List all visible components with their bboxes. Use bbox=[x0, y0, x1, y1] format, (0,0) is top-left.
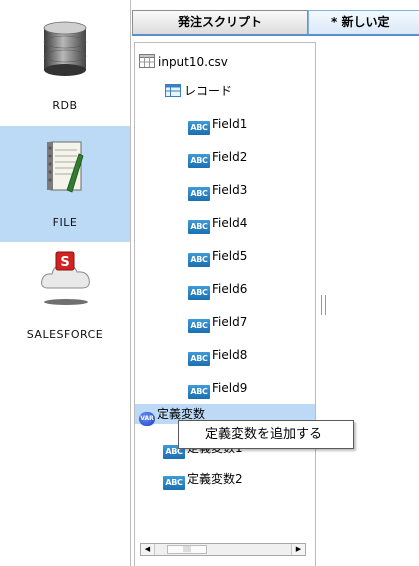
tree-field-item[interactable]: ABC Field5 bbox=[188, 246, 248, 267]
tree-node-label: input10.csv bbox=[158, 55, 228, 69]
tree-node-label: Field6 bbox=[212, 282, 248, 296]
tree-field-item[interactable]: ABC Field8 bbox=[188, 345, 248, 366]
tree-node-record[interactable]: レコード bbox=[165, 81, 232, 101]
tree-field-item[interactable]: ABC Field2 bbox=[188, 147, 248, 168]
string-type-icon: ABC bbox=[188, 253, 210, 267]
tab-new-definition[interactable]: * 新しい定 bbox=[308, 10, 419, 34]
tree-node-label: Field7 bbox=[212, 315, 248, 329]
category-panel: RDB FILE S SALESFORCE bbox=[0, 0, 131, 566]
tree-field-item[interactable]: ABC Field3 bbox=[188, 180, 248, 201]
tree-node-label: Field3 bbox=[212, 183, 248, 197]
csv-file-icon bbox=[139, 54, 155, 68]
tab-underline bbox=[132, 34, 419, 36]
scroll-thumb[interactable]: |||| bbox=[167, 545, 207, 554]
menu-item-add-variable[interactable]: 定義変数を追加する bbox=[205, 421, 322, 448]
panel-splitter-handle[interactable] bbox=[321, 295, 326, 315]
string-type-icon: ABC bbox=[188, 286, 210, 300]
tree-field-item[interactable]: ABC Field1 bbox=[188, 114, 248, 135]
tree-node-label: Field5 bbox=[212, 249, 248, 263]
tree-variable-item[interactable]: ABC 定義変数2 bbox=[163, 469, 243, 490]
tree-node-label: レコード bbox=[184, 84, 233, 98]
string-type-icon: ABC bbox=[188, 220, 210, 234]
tree-node-label: Field4 bbox=[212, 216, 248, 230]
tree-node-label: 定義変数2 bbox=[187, 472, 243, 486]
tree-node-label: Field2 bbox=[212, 150, 248, 164]
string-type-icon: ABC bbox=[188, 385, 210, 399]
tree-field-item[interactable]: ABC Field6 bbox=[188, 279, 248, 300]
tree-node-label: Field9 bbox=[212, 381, 248, 395]
category-file[interactable]: FILE bbox=[0, 126, 130, 242]
variable-icon: VAR bbox=[139, 412, 155, 426]
string-type-icon: ABC bbox=[188, 121, 210, 135]
database-icon bbox=[43, 21, 87, 76]
notebook-file-icon bbox=[47, 141, 84, 193]
context-menu: 定義変数を追加する bbox=[178, 420, 354, 449]
string-type-icon: ABC bbox=[188, 352, 210, 366]
svg-text:S: S bbox=[60, 255, 69, 270]
structure-tree: input10.csv レコード ABC Field1 ABC Field2 ABC… bbox=[134, 42, 316, 566]
category-label: SALESFORCE bbox=[26, 328, 104, 341]
scroll-right-icon[interactable]: ▶ bbox=[291, 544, 305, 555]
salesforce-cloud-icon: S bbox=[41, 251, 90, 305]
tab-order-script[interactable]: 発注スクリプト bbox=[132, 10, 308, 34]
tree-node-label: Field8 bbox=[212, 348, 248, 362]
record-table-icon bbox=[165, 84, 181, 97]
category-salesforce[interactable]: S SALESFORCE bbox=[0, 242, 130, 362]
string-type-icon: ABC bbox=[188, 187, 210, 201]
string-type-icon: ABC bbox=[163, 476, 185, 490]
category-label: RDB bbox=[52, 99, 78, 112]
string-type-icon: ABC bbox=[188, 319, 210, 333]
scroll-left-icon[interactable]: ◀ bbox=[141, 544, 155, 555]
tree-node-file[interactable]: input10.csv bbox=[139, 52, 228, 72]
tree-node-label: 定義変数 bbox=[157, 407, 206, 421]
tree-node-label: Field1 bbox=[212, 117, 248, 131]
tree-field-item[interactable]: ABC Field9 bbox=[188, 378, 248, 399]
string-type-icon: ABC bbox=[188, 154, 210, 168]
horizontal-scrollbar[interactable]: ◀ |||| ▶ bbox=[140, 543, 306, 556]
category-label: FILE bbox=[52, 216, 78, 229]
category-rdb[interactable]: RDB bbox=[0, 0, 130, 126]
tree-field-item[interactable]: ABC Field7 bbox=[188, 312, 248, 333]
tree-field-item[interactable]: ABC Field4 bbox=[188, 213, 248, 234]
